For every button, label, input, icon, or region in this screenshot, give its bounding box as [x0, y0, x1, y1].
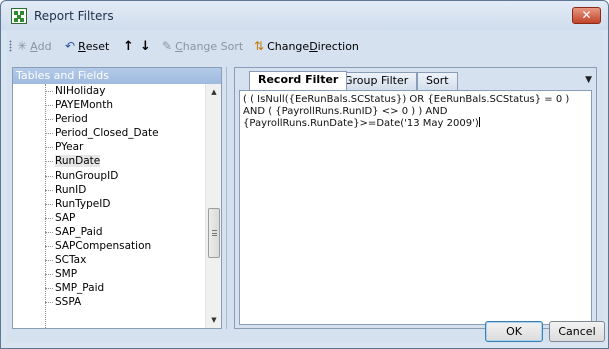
change-direction-access-key: D: [309, 39, 318, 53]
toolbar-grip[interactable]: [9, 40, 12, 52]
tree-item[interactable]: SSPA: [13, 295, 206, 309]
arrow-down-icon: ↓: [140, 38, 151, 54]
tree-item[interactable]: SCTax: [13, 253, 206, 267]
scroll-down-arrow-icon[interactable]: ▼: [206, 312, 222, 328]
tree-item[interactable]: SAP_Paid: [13, 225, 206, 239]
tree-item[interactable]: RunID: [13, 183, 206, 197]
sort-direction-icon: ⇅: [254, 39, 265, 53]
filter-panel: Record Filter Group Filter Sort ▼ ( ( Is…: [234, 67, 597, 329]
panel-splitter[interactable]: [226, 67, 230, 329]
undo-icon: ↶: [65, 39, 76, 53]
ok-button[interactable]: OK: [485, 321, 543, 342]
add-access-key: A: [30, 39, 38, 53]
change-sort-button[interactable]: ✎ Change Sort: [162, 38, 243, 54]
tree-item-selected[interactable]: RunDate: [13, 154, 206, 168]
tree-item[interactable]: RunTypeID: [13, 197, 206, 211]
tree-item[interactable]: SAP: [13, 211, 206, 225]
tree-item[interactable]: SMP_Paid: [13, 281, 206, 295]
toolbar: ✳ Add ↶ Reset ↑ ↓ ✎ Change Sort ⇅ Change…: [7, 35, 602, 57]
tree-item[interactable]: Period_Closed_Date: [13, 126, 206, 140]
reset-button[interactable]: ↶ Reset: [65, 38, 109, 54]
change-direction-label: irection: [317, 39, 359, 53]
tab-record-filter[interactable]: Record Filter: [249, 71, 348, 90]
filter-tabs: Record Filter Group Filter Sort ▼: [239, 71, 594, 90]
tree-item[interactable]: PYear: [13, 140, 206, 154]
reset-access-key: R: [78, 39, 86, 53]
fields-scrollbar[interactable]: ▲ ▼: [205, 84, 221, 328]
tables-and-fields-panel: Tables and Fields NIHoliday PAYEMonth Pe…: [12, 67, 222, 329]
tab-sort[interactable]: Sort: [417, 72, 458, 90]
change-direction-button[interactable]: ⇅ Change Direction: [254, 38, 359, 54]
report-filters-dialog: Report Filters ✕ ✳ Add ↶ Reset ↑ ↓ ✎ Cha…: [0, 0, 609, 349]
report-filters-icon: [11, 8, 27, 24]
change-sort-access-key: C: [175, 39, 183, 53]
edit-icon: ✎: [162, 39, 173, 53]
text-caret: [478, 117, 480, 127]
arrow-up-icon: ↑: [123, 38, 134, 54]
tables-and-fields-header: Tables and Fields: [13, 68, 221, 84]
tree-item[interactable]: Period: [13, 112, 206, 126]
filter-formula-editor[interactable]: ( ( IsNull({EeRunBals.SCStatus}) OR {EeR…: [239, 90, 592, 325]
window-title: Report Filters: [34, 9, 114, 23]
dialog-content: ✳ Add ↶ Reset ↑ ↓ ✎ Change Sort ⇅ Change…: [7, 30, 605, 343]
scroll-thumb[interactable]: [208, 208, 220, 258]
add-button[interactable]: ✳ Add: [17, 38, 52, 54]
filter-formula-text: ( ( IsNull({EeRunBals.SCStatus}) OR {EeR…: [243, 94, 573, 129]
tree-item[interactable]: SAPCompensation: [13, 239, 206, 253]
move-up-button[interactable]: ↑: [123, 38, 134, 54]
title-bar: Report Filters ✕: [1, 1, 608, 30]
tree-item[interactable]: NIHoliday: [13, 84, 206, 98]
tree-item[interactable]: SMP: [13, 267, 206, 281]
scroll-up-arrow-icon[interactable]: ▲: [206, 84, 222, 100]
change-direction-prefix: Change: [267, 39, 310, 53]
close-button[interactable]: ✕: [572, 7, 601, 24]
change-sort-label: hange Sort: [182, 39, 244, 53]
fields-tree[interactable]: NIHoliday PAYEMonth Period Period_Closed…: [13, 84, 206, 328]
add-label: dd: [37, 39, 52, 53]
tree-item[interactable]: RunGroupID: [13, 169, 206, 183]
add-icon: ✳: [17, 39, 28, 53]
reset-label: eset: [85, 39, 110, 53]
tab-list-dropdown-icon[interactable]: ▼: [585, 75, 592, 85]
tree-item[interactable]: PAYEMonth: [13, 98, 206, 112]
move-down-button[interactable]: ↓: [140, 38, 151, 54]
cancel-button[interactable]: Cancel: [549, 321, 605, 342]
